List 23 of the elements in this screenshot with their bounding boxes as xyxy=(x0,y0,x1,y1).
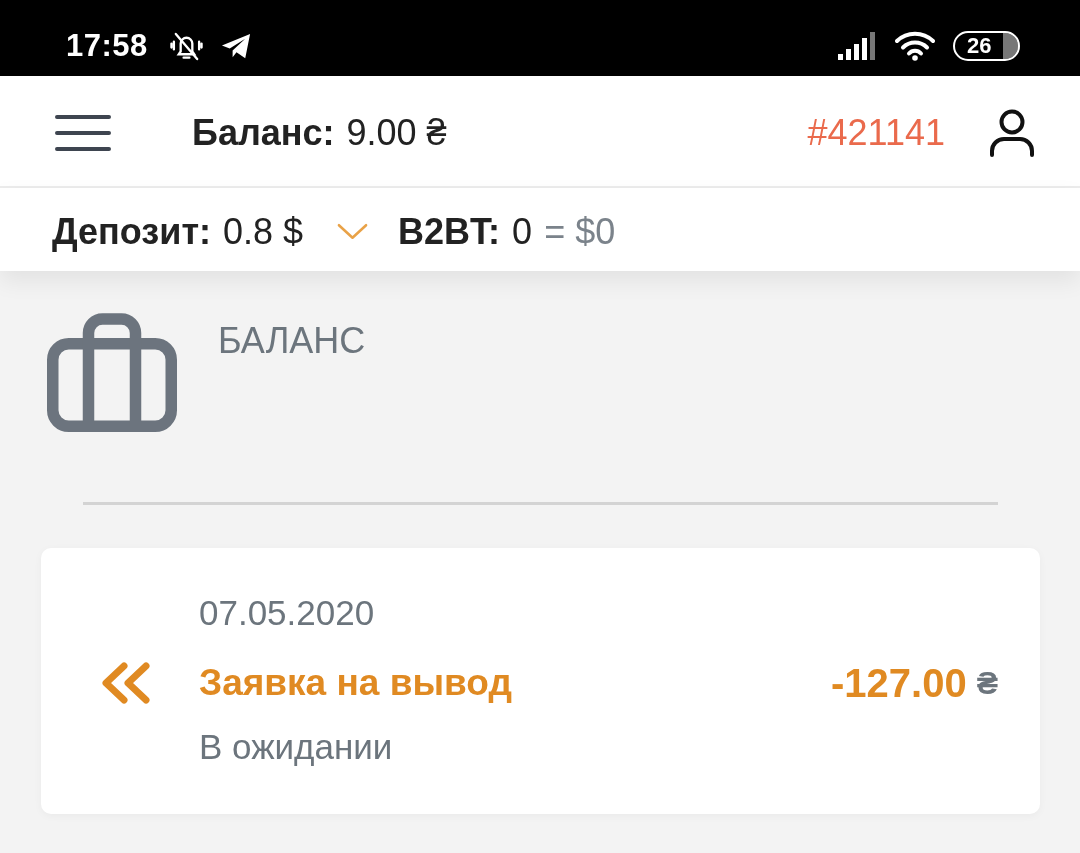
menu-icon[interactable] xyxy=(55,115,111,151)
transaction-card[interactable]: 07.05.2020 Заявка на вывод -127.00 ₴ В ожидании xyxy=(41,548,1040,814)
token-usd-value: = $0 xyxy=(544,210,616,253)
token-value: 0 xyxy=(512,210,533,253)
transaction-status: В ожидании xyxy=(199,726,393,768)
balance-amount: 9.00 ₴ xyxy=(346,112,447,154)
transaction-amount: -127.00 xyxy=(831,660,967,706)
deposit-value: 0.8 $ xyxy=(223,210,304,253)
transaction-date: 07.05.2020 xyxy=(199,592,375,634)
briefcase-icon xyxy=(47,313,177,432)
transaction-title: Заявка на вывод xyxy=(199,662,512,704)
balance-title: БАЛАНС xyxy=(218,321,366,361)
double-chevron-left-icon xyxy=(100,662,152,704)
user-icon[interactable] xyxy=(989,109,1035,157)
token-label: B2BT: xyxy=(398,210,501,253)
balance-label: Баланс: xyxy=(192,112,335,154)
currency-sign: ₴ xyxy=(976,664,998,702)
deposit-label: Депозит: xyxy=(52,210,211,253)
battery-indicator: 26 xyxy=(953,31,1020,61)
account-id: #421141 xyxy=(807,112,945,154)
wifi-icon xyxy=(895,31,935,61)
signal-icon xyxy=(838,32,878,60)
status-time: 17:58 xyxy=(66,28,148,64)
